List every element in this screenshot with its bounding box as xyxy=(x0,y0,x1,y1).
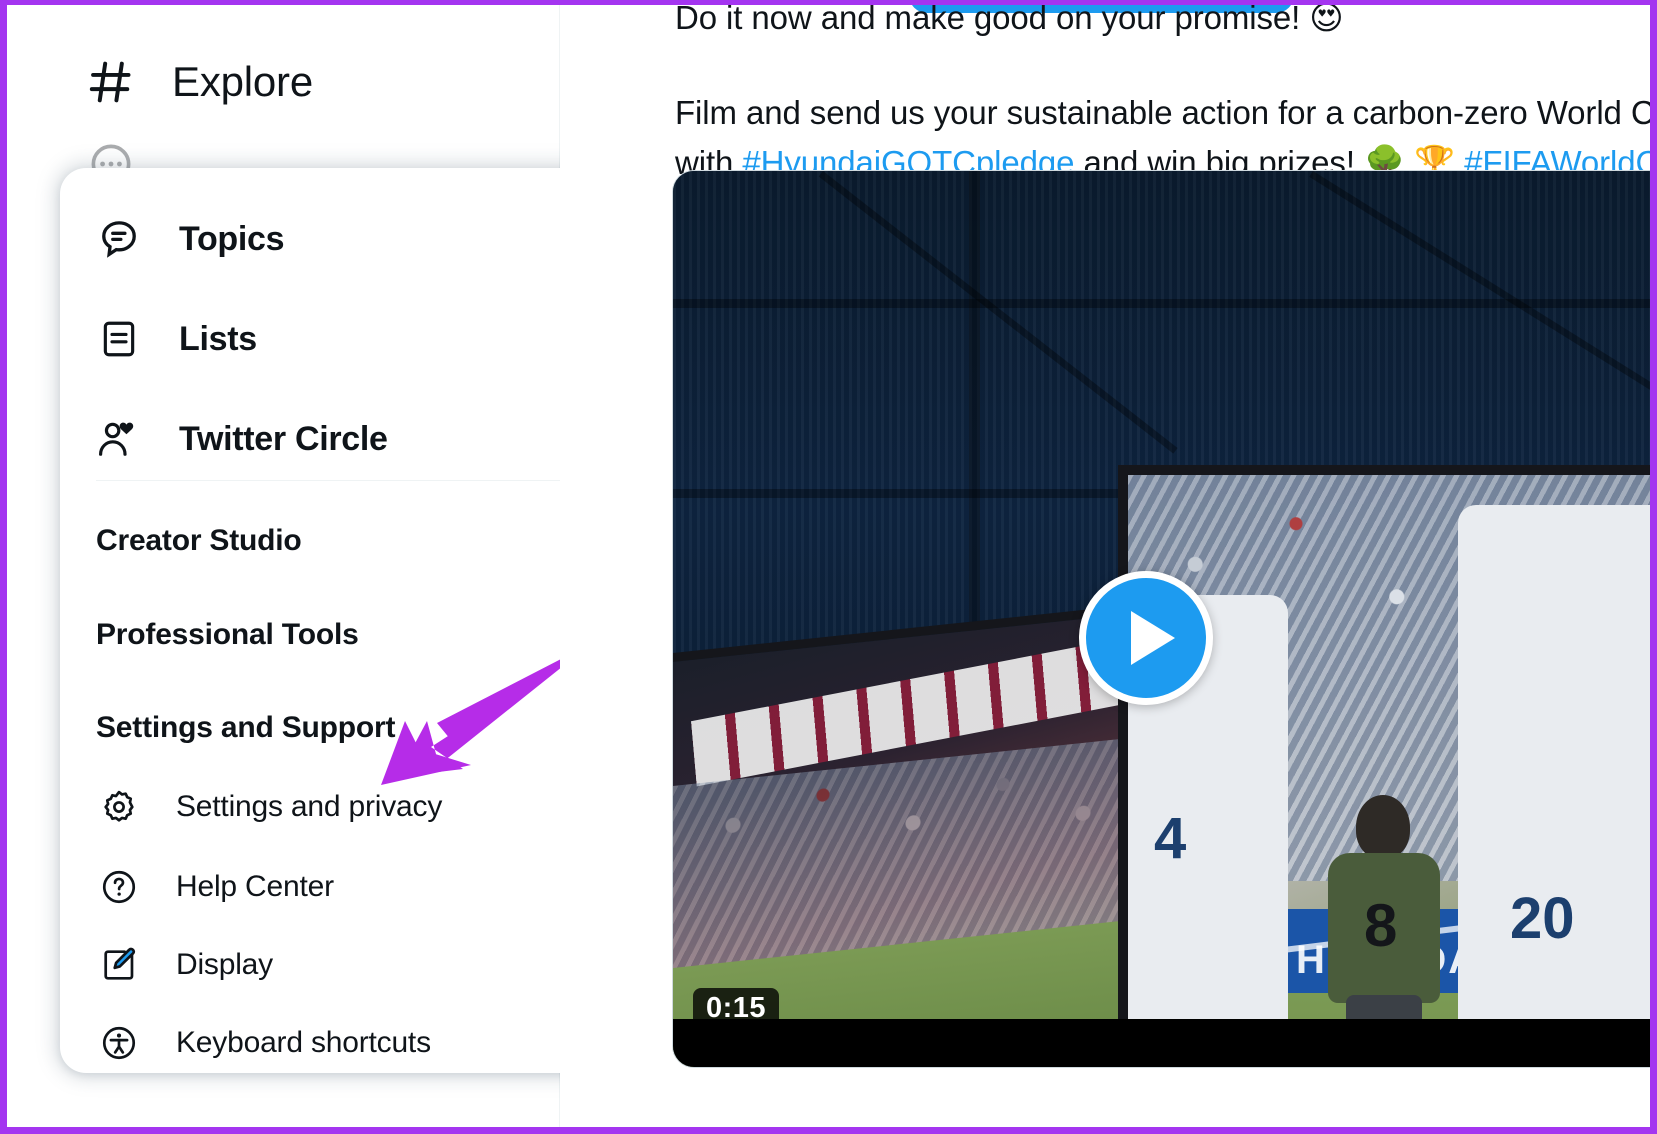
display-brush-icon xyxy=(92,946,146,984)
play-button[interactable] xyxy=(1079,571,1213,705)
play-icon xyxy=(1130,611,1175,665)
app-screenshot-frame: Explore Topics Lists Twitter Circle Crea… xyxy=(0,0,1657,1134)
video-screen-right: HYUNDAI 4 20 8 xyxy=(1118,465,1650,1067)
player-right xyxy=(1458,505,1650,1067)
video-duration-badge: 0:15 xyxy=(693,988,780,1029)
menu-divider xyxy=(96,480,608,481)
hashtag-icon xyxy=(82,53,140,111)
accessibility-icon xyxy=(92,1024,146,1062)
menu-item-label: Display xyxy=(176,948,273,981)
wall-brace xyxy=(1309,171,1650,405)
player-right-number: 20 xyxy=(1510,886,1575,951)
tweet-line-1: Do it now and make good on your promise!… xyxy=(675,5,1650,43)
smiling-face-emoji: 😍 xyxy=(1309,5,1344,37)
menu-item-label: Lists xyxy=(179,319,257,358)
tweet-body: Do it now and make good on your promise!… xyxy=(675,5,1650,188)
sidebar-item-label: Explore xyxy=(172,58,314,105)
tweet-line-1-text: Do it now and make good on your promise! xyxy=(675,5,1301,36)
menu-section-label: Settings and Support xyxy=(96,711,396,744)
menu-section-label: Creator Studio xyxy=(96,524,302,557)
tweet-line-2-text: Film and send us your sustainable action… xyxy=(675,94,1650,132)
menu-item-label: Help Center xyxy=(176,870,334,903)
menu-section-label: Professional Tools xyxy=(96,618,359,651)
sidebar-item-explore[interactable]: Explore xyxy=(82,53,313,111)
menu-item-label: Twitter Circle xyxy=(179,419,388,458)
lists-icon xyxy=(92,318,146,360)
silhouette-jersey-number: 8 xyxy=(1364,892,1398,959)
timeline-content: Do it now and make good on your promise!… xyxy=(560,5,1650,1127)
menu-item-label: Keyboard shortcuts xyxy=(176,1026,431,1059)
tweet-video-card[interactable]: HYUNDAI 4 20 8 0:15 xyxy=(672,170,1650,1068)
gear-icon xyxy=(92,788,146,826)
question-circle-icon xyxy=(92,868,146,906)
wall-beam xyxy=(673,299,1650,308)
silhouette-head xyxy=(1356,795,1410,859)
player-left-number: 4 xyxy=(1154,806,1187,871)
wall-brace xyxy=(818,171,1178,454)
twitter-circle-icon xyxy=(92,416,146,462)
menu-item-label: Settings and privacy xyxy=(176,790,443,823)
topics-icon xyxy=(92,217,146,261)
menu-item-label: Topics xyxy=(179,219,285,258)
video-letterbox xyxy=(673,1019,1650,1067)
tweet-line-2: Film and send us your sustainable action… xyxy=(675,88,1650,138)
